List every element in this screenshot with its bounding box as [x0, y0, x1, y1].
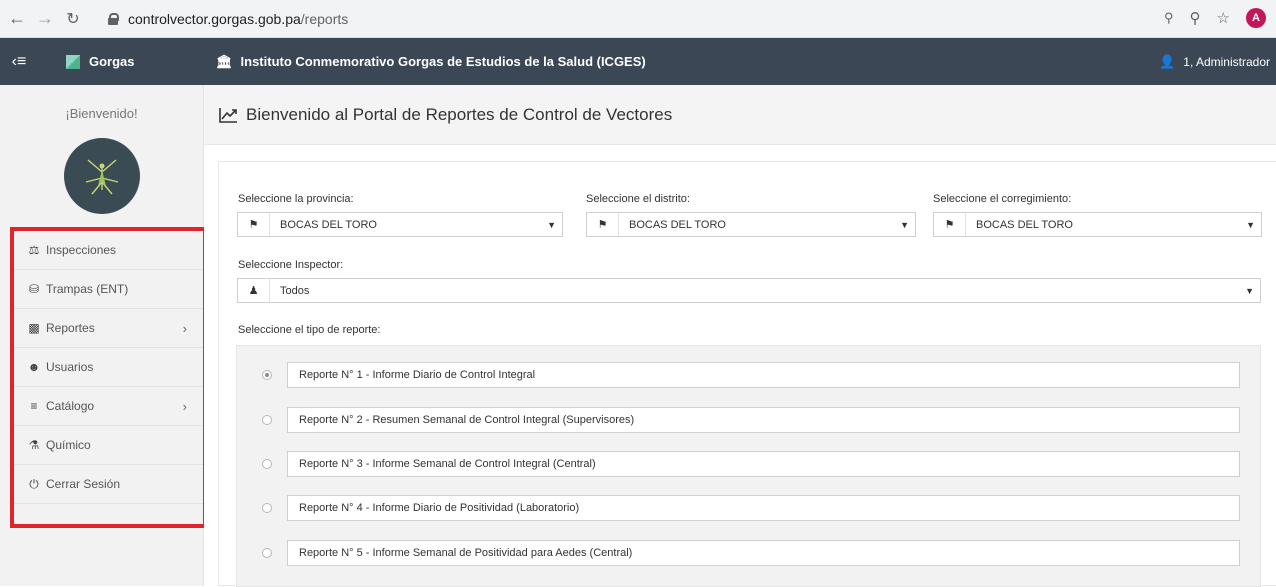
users-icon: ☻: [27, 360, 41, 374]
radio-button[interactable]: [262, 370, 272, 380]
user-name: 1, Administrador: [1183, 54, 1270, 69]
inspector-value: Todos: [280, 284, 310, 297]
map-marker-icon: ⚑: [238, 213, 270, 236]
flask-icon: ⚗: [28, 438, 40, 452]
bar-chart-icon: ▩: [28, 321, 40, 335]
report-option-5[interactable]: Reporte N° 5 - Informe Semanal de Positi…: [247, 540, 1240, 566]
user-icon: ♟: [238, 279, 270, 302]
report-option-label[interactable]: Reporte N° 1 - Informe Diario de Control…: [287, 362, 1240, 388]
sidebar-item-trampas[interactable]: ⛁ Trampas (ENT): [14, 270, 203, 309]
caret-down-icon: ▼: [1246, 219, 1255, 230]
main-content: Bienvenido al Portal de Reportes de Cont…: [204, 85, 1276, 587]
zoom-icon[interactable]: ⚲: [1190, 9, 1201, 27]
mosquito-avatar: [63, 138, 140, 214]
map-marker-icon: ⚑: [934, 213, 966, 236]
brand-name: Gorgas: [89, 54, 135, 69]
sidebar-item-label: Reportes: [46, 321, 95, 335]
institution-name: Instituto Conmemorativo Gorgas de Estudi…: [240, 54, 646, 69]
sidebar-item-label: Trampas (ENT): [46, 282, 129, 296]
user-menu[interactable]: 👤 1, Administrador: [1159, 38, 1270, 85]
provincia-select[interactable]: ⚑ BOCAS DEL TORO ▼: [237, 212, 563, 237]
page-title: Bienvenido al Portal de Reportes de Cont…: [246, 104, 673, 124]
address-bar[interactable]: controlvector.gorgas.gob.pa/reports: [98, 6, 1158, 32]
sidebar-item-reportes[interactable]: ▩ Reportes ›: [14, 309, 203, 348]
star-icon[interactable]: ☆: [1217, 9, 1230, 27]
app-topbar: ‹≡ Gorgas 🏛 Instituto Conmemorativo Gorg…: [0, 38, 1276, 85]
profile-avatar[interactable]: A: [1246, 8, 1266, 28]
distrito-value: BOCAS DEL TORO: [629, 218, 726, 231]
corregimiento-label: Seleccione el corregimiento:: [933, 193, 1072, 205]
microscope-icon: ⚖: [28, 243, 40, 257]
sidebar-item-label: Inspecciones: [46, 243, 117, 257]
trap-icon: ⛁: [28, 282, 40, 296]
report-option-label[interactable]: Reporte N° 3 - Informe Semanal de Contro…: [287, 451, 1240, 477]
radio-button[interactable]: [262, 459, 272, 469]
sidebar-item-cerrar-sesion[interactable]: ⏻ Cerrar Sesión: [14, 465, 203, 504]
caret-down-icon: ▼: [1245, 285, 1254, 296]
sidebar-menu: ⚖ Inspecciones ⛁ Trampas (ENT) ▩ Reporte…: [10, 227, 207, 528]
inspector-select[interactable]: ♟ Todos ▼: [237, 278, 1261, 303]
report-option-label[interactable]: Reporte N° 2 - Resumen Semanal de Contro…: [287, 407, 1240, 433]
welcome-text: ¡Bienvenido!: [65, 106, 138, 121]
sidebar-item-label: Químico: [46, 438, 91, 452]
distrito-select[interactable]: ⚑ BOCAS DEL TORO ▼: [586, 212, 916, 237]
chevron-right-icon: ›: [182, 320, 187, 336]
caret-down-icon: ▼: [900, 219, 909, 230]
browser-toolbar: ← → ↻ controlvector.gorgas.gob.pa/report…: [0, 0, 1276, 38]
sidebar-item-catalogo[interactable]: ≡ Catálogo ›: [14, 387, 203, 426]
report-options: Reporte N° 1 - Informe Diario de Control…: [236, 345, 1261, 587]
list-icon: ≡: [30, 399, 38, 413]
radio-button[interactable]: [262, 415, 272, 425]
brand[interactable]: Gorgas: [38, 54, 205, 69]
report-option-3[interactable]: Reporte N° 3 - Informe Semanal de Contro…: [247, 451, 1240, 477]
gorgas-logo-icon: [66, 54, 80, 69]
sidebar-item-label: Usuarios: [46, 360, 94, 374]
url-path: /reports: [300, 11, 349, 27]
report-option-label[interactable]: Reporte N° 5 - Informe Semanal de Positi…: [287, 540, 1240, 566]
url-host: controlvector.gorgas.gob.pa: [128, 11, 301, 27]
institution-icon: 🏛: [216, 53, 233, 69]
corregimiento-select[interactable]: ⚑ BOCAS DEL TORO ▼: [933, 212, 1262, 237]
sidebar-item-label: Catálogo: [46, 399, 95, 413]
menu-toggle-icon[interactable]: ‹≡: [0, 38, 38, 85]
report-option-label[interactable]: Reporte N° 4 - Informe Diario de Positiv…: [287, 495, 1240, 521]
report-option-4[interactable]: Reporte N° 4 - Informe Diario de Positiv…: [247, 495, 1240, 521]
lock-icon: [108, 13, 119, 25]
caret-down-icon: ▼: [547, 219, 556, 230]
report-type-label: Seleccione el tipo de reporte:: [238, 324, 381, 336]
provincia-label: Seleccione la provincia:: [238, 193, 354, 205]
radio-button[interactable]: [262, 548, 272, 558]
power-icon: ⏻: [29, 476, 39, 491]
back-arrow-icon[interactable]: ←: [6, 8, 28, 30]
map-marker-icon: ⚑: [587, 213, 619, 236]
forward-arrow-icon[interactable]: →: [34, 8, 56, 30]
distrito-label: Seleccione el distrito:: [586, 193, 690, 205]
institution-title: 🏛 Instituto Conmemorativo Gorgas de Estu…: [205, 54, 646, 70]
sidebar-item-quimico[interactable]: ⚗ Químico: [14, 426, 203, 465]
key-icon[interactable]: ⚲: [1164, 10, 1174, 26]
sidebar-item-usuarios[interactable]: ☻ Usuarios: [14, 348, 203, 387]
line-chart-icon: [219, 107, 237, 123]
radio-button[interactable]: [262, 503, 272, 513]
sidebar-item-label: Cerrar Sesión: [46, 477, 121, 491]
report-option-2[interactable]: Reporte N° 2 - Resumen Semanal de Contro…: [247, 407, 1240, 433]
report-form: Seleccione la provincia: Seleccione el d…: [218, 161, 1276, 587]
inspector-label: Seleccione Inspector:: [238, 259, 344, 271]
sidebar-item-inspecciones[interactable]: ⚖ Inspecciones: [14, 231, 203, 270]
reload-icon[interactable]: ↻: [62, 8, 84, 30]
report-option-1[interactable]: Reporte N° 1 - Informe Diario de Control…: [247, 362, 1240, 388]
user-icon: 👤: [1159, 53, 1176, 69]
chevron-right-icon: ›: [182, 398, 187, 414]
sidebar: ¡Bienvenido! ⚖ Inspecciones ⛁ Trampas (E…: [0, 85, 207, 586]
provincia-value: BOCAS DEL TORO: [280, 218, 377, 231]
page-header: Bienvenido al Portal de Reportes de Cont…: [204, 85, 1276, 145]
mosquito-icon: [85, 159, 118, 195]
corregimiento-value: BOCAS DEL TORO: [976, 218, 1073, 231]
